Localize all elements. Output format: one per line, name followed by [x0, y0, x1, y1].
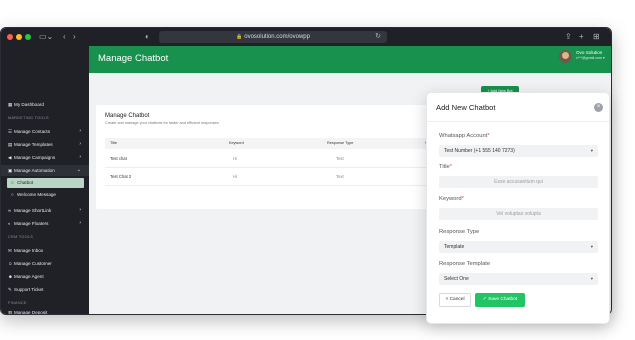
chevron-right-icon: › [79, 220, 81, 226]
url-text: ovosolution.com/ovowpp [244, 34, 310, 40]
card-subtitle: Create and manage your chatbots for fast… [105, 121, 220, 125]
save-chatbot-button[interactable]: ✓ Save Chatbot [475, 293, 525, 307]
whatsapp-account-label: Whatsapp Account* [439, 133, 490, 139]
sidebar-item-label: Manage Agent [14, 274, 44, 279]
sidebar-item-floaters[interactable]: ◐ Manage Floaters › [1, 218, 89, 229]
title-input[interactable]: Esse accusantium qui [439, 176, 598, 188]
sidebar-item-chatbot[interactable]: ○ Chatbot [1, 177, 89, 188]
browser-chrome: ▭⌄ ‹ › ◐ 🔒 ovosolution.com/ovowpp ↻ ⇪ + ⊞ [1, 28, 611, 46]
forward-icon[interactable]: › [73, 31, 76, 43]
sidebar-item-label: Manage Customer [14, 261, 52, 266]
user-name[interactable]: Ovo Solution [576, 50, 602, 55]
sidebar-item-label: Manage Contacts [14, 129, 51, 134]
response-type-select[interactable]: Template ▾ [439, 241, 598, 253]
sidebar-item-label: Manage Deposit [14, 310, 48, 315]
sidebar-item-automation[interactable]: ▣ Manage Automation ⌄ [1, 165, 89, 176]
address-bar[interactable]: 🔒 ovosolution.com/ovowpp ↻ [159, 31, 387, 43]
tab-overview-icon[interactable]: ⊞ [593, 31, 600, 43]
close-icon[interactable]: × [594, 103, 603, 112]
close-window-dot[interactable] [7, 34, 13, 40]
user-email[interactable]: c***@gmail.com ▾ [576, 56, 605, 60]
sidebar-item-label: Chatbot [17, 180, 34, 185]
sidebar-toggle-icon[interactable]: ▭⌄ [39, 31, 53, 43]
cell-title: Test Chat 2 [110, 174, 132, 179]
sidebar-item-label: My Dashboard [14, 102, 44, 107]
sidebar: ▦ My Dashboard MARKETING TOOLS ☰ Manage Co… [1, 46, 89, 315]
sidebar-item-contacts[interactable]: ☰ Manage Contacts › [1, 126, 89, 137]
sidebar-item-label: Welcome Message [17, 192, 56, 197]
sidebar-item-agent[interactable]: ☻Manage Agent [1, 271, 89, 282]
page: ▭⌄ ‹ › ◐ 🔒 ovosolution.com/ovowpp ↻ ⇪ + ⊞… [0, 0, 635, 340]
cell-response-type: Text [336, 156, 344, 161]
page-title: Manage Chatbot [98, 53, 169, 64]
cell-keyword: Hi [233, 156, 237, 161]
section-crm: CRM TOOLS [8, 235, 34, 239]
sidebar-item-customer[interactable]: ☺Manage Customer [1, 258, 89, 269]
response-type-label: Response Type [439, 229, 480, 235]
modal-title: Add New Chatbot [436, 103, 496, 112]
cell-response-type: Text [336, 174, 344, 179]
sidebar-item-label: Manage Floaters [14, 221, 49, 226]
sidebar-item-label: Manage Automation [14, 168, 55, 173]
add-chatbot-modal: Add New Chatbot × Whatsapp Account* Test… [426, 92, 610, 324]
chevron-down-icon: ▾ [590, 148, 593, 153]
sidebar-item-campaigns[interactable]: ◀ Manage Campaigns › [1, 152, 89, 163]
avatar[interactable] [559, 50, 572, 63]
keyword-label: Keyword* [439, 196, 464, 202]
sidebar-item-inbox[interactable]: ✉ Manage Inbox [1, 245, 89, 256]
sidebar-item-support-ticket[interactable]: ✎ Support Ticket [1, 284, 89, 295]
title-label: Title* [439, 164, 453, 170]
column-header-title: Title [110, 141, 118, 145]
share-icon[interactable]: ⇪ [565, 31, 572, 43]
sidebar-item-welcome-message[interactable]: ○ Welcome Message [1, 189, 89, 200]
cancel-button[interactable]: × Cancel [439, 293, 471, 307]
chevron-down-icon: ▾ [590, 276, 593, 281]
chevron-down-icon: ▾ [590, 244, 593, 249]
chevron-right-icon: › [79, 207, 81, 213]
column-header-keyword: Keyword [229, 141, 244, 145]
new-tab-icon[interactable]: + [579, 31, 584, 43]
sidebar-item-label: Manage Inbox [14, 248, 44, 253]
response-template-select[interactable]: Select One ▾ [439, 273, 598, 285]
top-header: Manage Chatbot Ovo Solution c***@gmail.c… [89, 46, 611, 73]
chevron-down-icon: ⌄ [76, 167, 81, 173]
response-template-label: Response Template [439, 261, 491, 267]
section-finance: FINANCE [8, 301, 27, 305]
lock-icon: 🔒 [236, 34, 243, 40]
sidebar-item-label: Manage Campaigns [14, 155, 56, 160]
card-title: Manage Chatbot [105, 113, 150, 119]
section-marketing: MARKETING TOOLS [8, 116, 49, 120]
sidebar-item-templates[interactable]: ▤ Manage Templates › [1, 139, 89, 150]
chevron-right-icon: › [79, 141, 81, 147]
privacy-shield-icon[interactable]: ◐ [145, 31, 150, 43]
sidebar-item-shortlink[interactable]: ∞ Manage ShortLink › [1, 205, 89, 216]
back-icon[interactable]: ‹ [63, 31, 66, 43]
cell-keyword: Hi [233, 174, 237, 179]
reload-icon[interactable]: ↻ [375, 31, 381, 43]
sidebar-item-dashboard[interactable]: ▦ My Dashboard [1, 99, 89, 110]
modal-divider [427, 121, 609, 122]
cell-title: Test chat [110, 156, 127, 161]
chevron-right-icon: › [79, 154, 81, 160]
sidebar-item-label: Manage Templates [14, 142, 53, 147]
sidebar-item-label: Manage ShortLink [14, 208, 52, 213]
maximize-window-dot[interactable] [25, 34, 31, 40]
chevron-right-icon: › [79, 128, 81, 134]
minimize-window-dot[interactable] [16, 34, 22, 40]
whatsapp-account-select[interactable]: Test Number (+1 555 140 7273) ▾ [439, 145, 598, 157]
column-header-response-type: Response Type [327, 141, 354, 145]
keyword-input[interactable]: Vel voluptas volupta [439, 208, 598, 220]
sidebar-item-label: Support Ticket [14, 287, 44, 292]
sidebar-item-deposit[interactable]: ▥ Manage Deposit [1, 310, 89, 315]
